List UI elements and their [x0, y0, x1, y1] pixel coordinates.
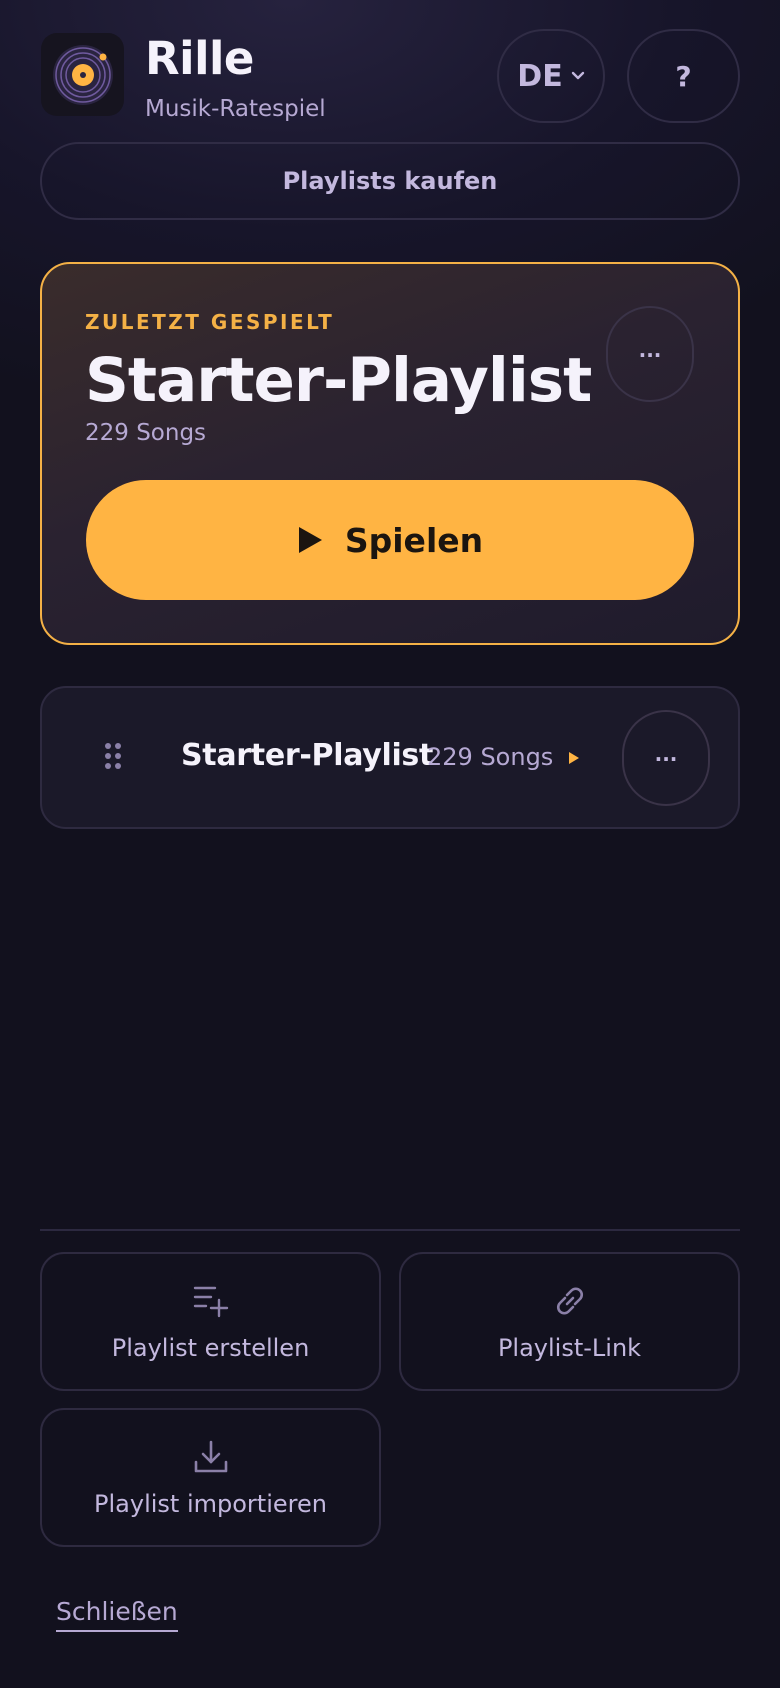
- app-subtitle: Musik-Ratespiel: [145, 96, 326, 122]
- vinyl-record-icon: [52, 44, 113, 105]
- buy-playlists-label: Playlists kaufen: [282, 167, 498, 195]
- play-button[interactable]: Spielen: [86, 480, 694, 600]
- close-link[interactable]: Schließen: [56, 1597, 178, 1632]
- recently-played-more-button[interactable]: ...: [606, 306, 694, 402]
- import-playlist-button[interactable]: Playlist importieren: [40, 1408, 381, 1547]
- more-icon: ...: [638, 338, 662, 362]
- play-icon: [298, 527, 322, 553]
- divider: [40, 1229, 740, 1231]
- link-icon: [556, 1287, 583, 1314]
- playlist-add-icon: [193, 1286, 228, 1317]
- import-playlist-label: Playlist importieren: [94, 1489, 327, 1518]
- recently-played-title: Starter-Playlist: [85, 345, 592, 416]
- language-label: DE: [517, 58, 563, 94]
- help-button[interactable]: ?: [627, 29, 740, 123]
- more-icon: ...: [654, 742, 678, 766]
- play-label: Spielen: [344, 520, 484, 560]
- playlist-link-button[interactable]: Playlist-Link: [399, 1252, 740, 1391]
- language-select-button[interactable]: DE: [497, 29, 605, 123]
- help-icon: ?: [675, 59, 692, 93]
- drag-handle-icon[interactable]: [103, 742, 123, 770]
- playlist-more-button[interactable]: ...: [622, 710, 710, 806]
- app-title: Rille: [145, 32, 254, 85]
- play-icon[interactable]: [568, 751, 580, 765]
- download-icon: [194, 1440, 227, 1472]
- create-playlist-button[interactable]: Playlist erstellen: [40, 1252, 381, 1391]
- playlist-title: Starter-Playlist: [181, 738, 434, 773]
- recently-played-label: ZULETZT GESPIELT: [85, 310, 335, 334]
- app-logo: [41, 33, 124, 116]
- create-playlist-label: Playlist erstellen: [111, 1333, 310, 1362]
- chevron-down-icon: [571, 71, 584, 80]
- playlist-link-label: Playlist-Link: [497, 1333, 642, 1362]
- recently-played-song-count: 229 Songs: [85, 420, 207, 446]
- playlist-song-count: 229 Songs: [427, 743, 554, 771]
- buy-playlists-button[interactable]: Playlists kaufen: [40, 142, 740, 220]
